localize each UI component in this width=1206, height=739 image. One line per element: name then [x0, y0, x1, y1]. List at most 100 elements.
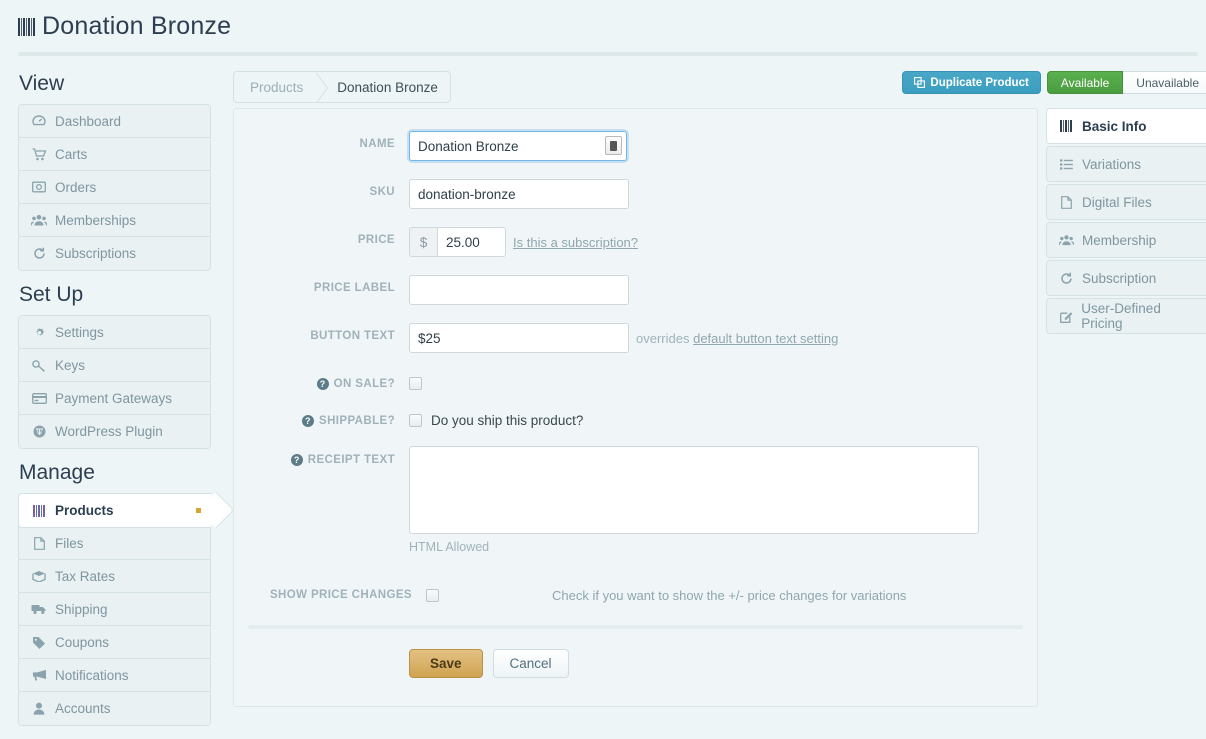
form-row-on-sale: ? ON SALE?: [234, 371, 1037, 390]
users-icon: [31, 214, 47, 226]
duplicate-product-label: Duplicate Product: [930, 76, 1029, 89]
tab-label: Digital Files: [1082, 194, 1152, 210]
product-tabs: Basic Info Variations Digital Files Memb…: [1046, 108, 1206, 336]
tab-digital-files[interactable]: Digital Files: [1046, 184, 1206, 220]
shippable-label: ? SHIPPABLE?: [244, 408, 409, 427]
help-icon[interactable]: ?: [302, 415, 314, 427]
tag-icon: [31, 636, 47, 649]
sidebar-item-notifications[interactable]: Notifications: [19, 659, 210, 692]
cart-icon: [31, 147, 47, 161]
sidebar-item-label: Keys: [55, 357, 86, 373]
svg-text:W: W: [36, 428, 43, 436]
name-label: NAME: [359, 138, 395, 150]
sidebar-item-carts[interactable]: Carts: [19, 138, 210, 171]
sidebar-item-settings[interactable]: Settings: [19, 316, 210, 349]
default-button-text-link[interactable]: default button text setting: [693, 331, 838, 346]
show-price-changes-checkbox[interactable]: [426, 589, 439, 602]
button-text-label: BUTTON TEXT: [310, 330, 395, 342]
subscription-link[interactable]: Is this a subscription?: [513, 235, 638, 250]
sidebar-item-payment-gateways[interactable]: Payment Gateways: [19, 382, 210, 415]
sidebar-item-wordpress-plugin[interactable]: W WordPress Plugin: [19, 415, 210, 448]
key-icon: [31, 359, 47, 372]
breadcrumb-products[interactable]: Products: [234, 72, 315, 102]
available-button[interactable]: Available: [1046, 71, 1124, 94]
price-label: PRICE: [357, 234, 395, 246]
users-icon: [1059, 234, 1074, 246]
sidebar-item-label: Shipping: [55, 601, 108, 617]
on-sale-checkbox[interactable]: [409, 377, 422, 390]
refresh-icon: [1059, 272, 1074, 285]
sidebar-item-files[interactable]: Files: [19, 527, 210, 560]
help-icon[interactable]: ?: [316, 378, 329, 390]
page-title: Donation Bronze: [18, 12, 1206, 41]
tax-icon: [31, 570, 47, 582]
sidebar-item-subscriptions[interactable]: Subscriptions: [19, 237, 210, 270]
cancel-button[interactable]: Cancel: [492, 649, 569, 678]
sidebar-item-label: Orders: [55, 179, 97, 195]
sidebar-item-label: Settings: [55, 324, 104, 340]
sku-label: SKU: [369, 186, 395, 198]
form-row-sku: SKU: [234, 179, 1037, 209]
duplicate-product-button[interactable]: Duplicate Product: [902, 71, 1041, 94]
product-form-card: NAME SKU PR: [233, 108, 1038, 707]
sidebar-item-label: Subscriptions: [55, 246, 137, 261]
sidebar-heading-view: View: [19, 72, 65, 95]
save-button[interactable]: Save: [409, 649, 483, 678]
receipt-text-label: ? RECEIPT TEXT: [244, 446, 409, 466]
sku-input[interactable]: [409, 179, 629, 209]
price-label-input[interactable]: [409, 275, 629, 305]
price-input[interactable]: [437, 227, 506, 257]
sidebar-item-dashboard[interactable]: Dashboard: [19, 105, 210, 138]
sidebar-item-shipping[interactable]: Shipping: [19, 593, 210, 626]
breadcrumb: Products Donation Bronze: [233, 71, 451, 103]
show-price-changes-label: SHOW PRICE CHANGES: [269, 589, 412, 601]
sidebar-item-label: WordPress Plugin: [55, 424, 163, 439]
sidebar-item-products[interactable]: Products: [18, 493, 211, 528]
sidebar-item-label: Accounts: [55, 701, 111, 716]
button-text-hint: overrides default button text setting: [636, 331, 838, 346]
form-divider: [248, 625, 1023, 629]
help-icon[interactable]: ?: [290, 454, 303, 466]
tab-label: Basic Info: [1082, 118, 1147, 134]
tab-user-defined-pricing[interactable]: User-Defined Pricing: [1046, 298, 1206, 334]
barcode-icon: [31, 504, 47, 517]
currency-symbol: $: [409, 227, 437, 257]
sidebar-group-view: Dashboard Carts Orders Memberships Subsc…: [18, 104, 211, 271]
unavailable-button[interactable]: Unavailable: [1123, 71, 1206, 94]
page-header: Donation Bronze: [0, 0, 1206, 56]
form-row-show-price-changes: SHOW PRICE CHANGES Check if you want to …: [234, 582, 1037, 603]
form-row-price: PRICE $ Is this a subscription?: [234, 227, 1037, 257]
tab-basic-info[interactable]: Basic Info: [1046, 108, 1206, 144]
form-buttons: Save Cancel: [234, 649, 1037, 678]
active-arrow: [211, 493, 229, 528]
topbar-actions: Duplicate Product Available Unavailable: [902, 71, 1206, 94]
on-sale-label-text: ON SALE?: [333, 378, 395, 390]
sidebar-item-accounts[interactable]: Accounts: [19, 692, 210, 725]
credit-card-icon: [31, 392, 47, 404]
sidebar: View Dashboard Carts Orders Memberships …: [18, 66, 211, 726]
copy-icon: [914, 77, 926, 88]
tab-variations[interactable]: Variations: [1046, 146, 1206, 182]
tab-subscription[interactable]: Subscription: [1046, 260, 1206, 296]
form-row-price-label: PRICE LABEL: [234, 275, 1037, 305]
sidebar-item-keys[interactable]: Keys: [19, 349, 210, 382]
password-manager-icon[interactable]: [605, 136, 622, 155]
sidebar-heading-setup: Set Up: [19, 283, 84, 306]
receipt-text-textarea[interactable]: [409, 446, 979, 534]
tab-membership[interactable]: Membership: [1046, 222, 1206, 258]
tab-label: User-Defined Pricing: [1081, 301, 1161, 331]
sidebar-item-tax-rates[interactable]: Tax Rates: [19, 560, 210, 593]
tab-label: Subscription: [1082, 270, 1157, 286]
sidebar-item-coupons[interactable]: Coupons: [19, 626, 210, 659]
megaphone-icon: [31, 669, 47, 681]
file-icon: [1059, 195, 1074, 209]
button-text-input[interactable]: [409, 323, 629, 353]
sidebar-item-memberships[interactable]: Memberships: [19, 204, 210, 237]
sidebar-item-orders[interactable]: Orders: [19, 171, 210, 204]
name-input[interactable]: [409, 131, 627, 161]
content-area: Products Donation Bronze Duplicate Produ…: [211, 66, 1206, 726]
shippable-checkbox[interactable]: [409, 414, 422, 427]
sidebar-item-label: Payment Gateways: [55, 390, 173, 406]
price-label-label: PRICE LABEL: [313, 282, 395, 294]
file-icon: [31, 536, 47, 550]
